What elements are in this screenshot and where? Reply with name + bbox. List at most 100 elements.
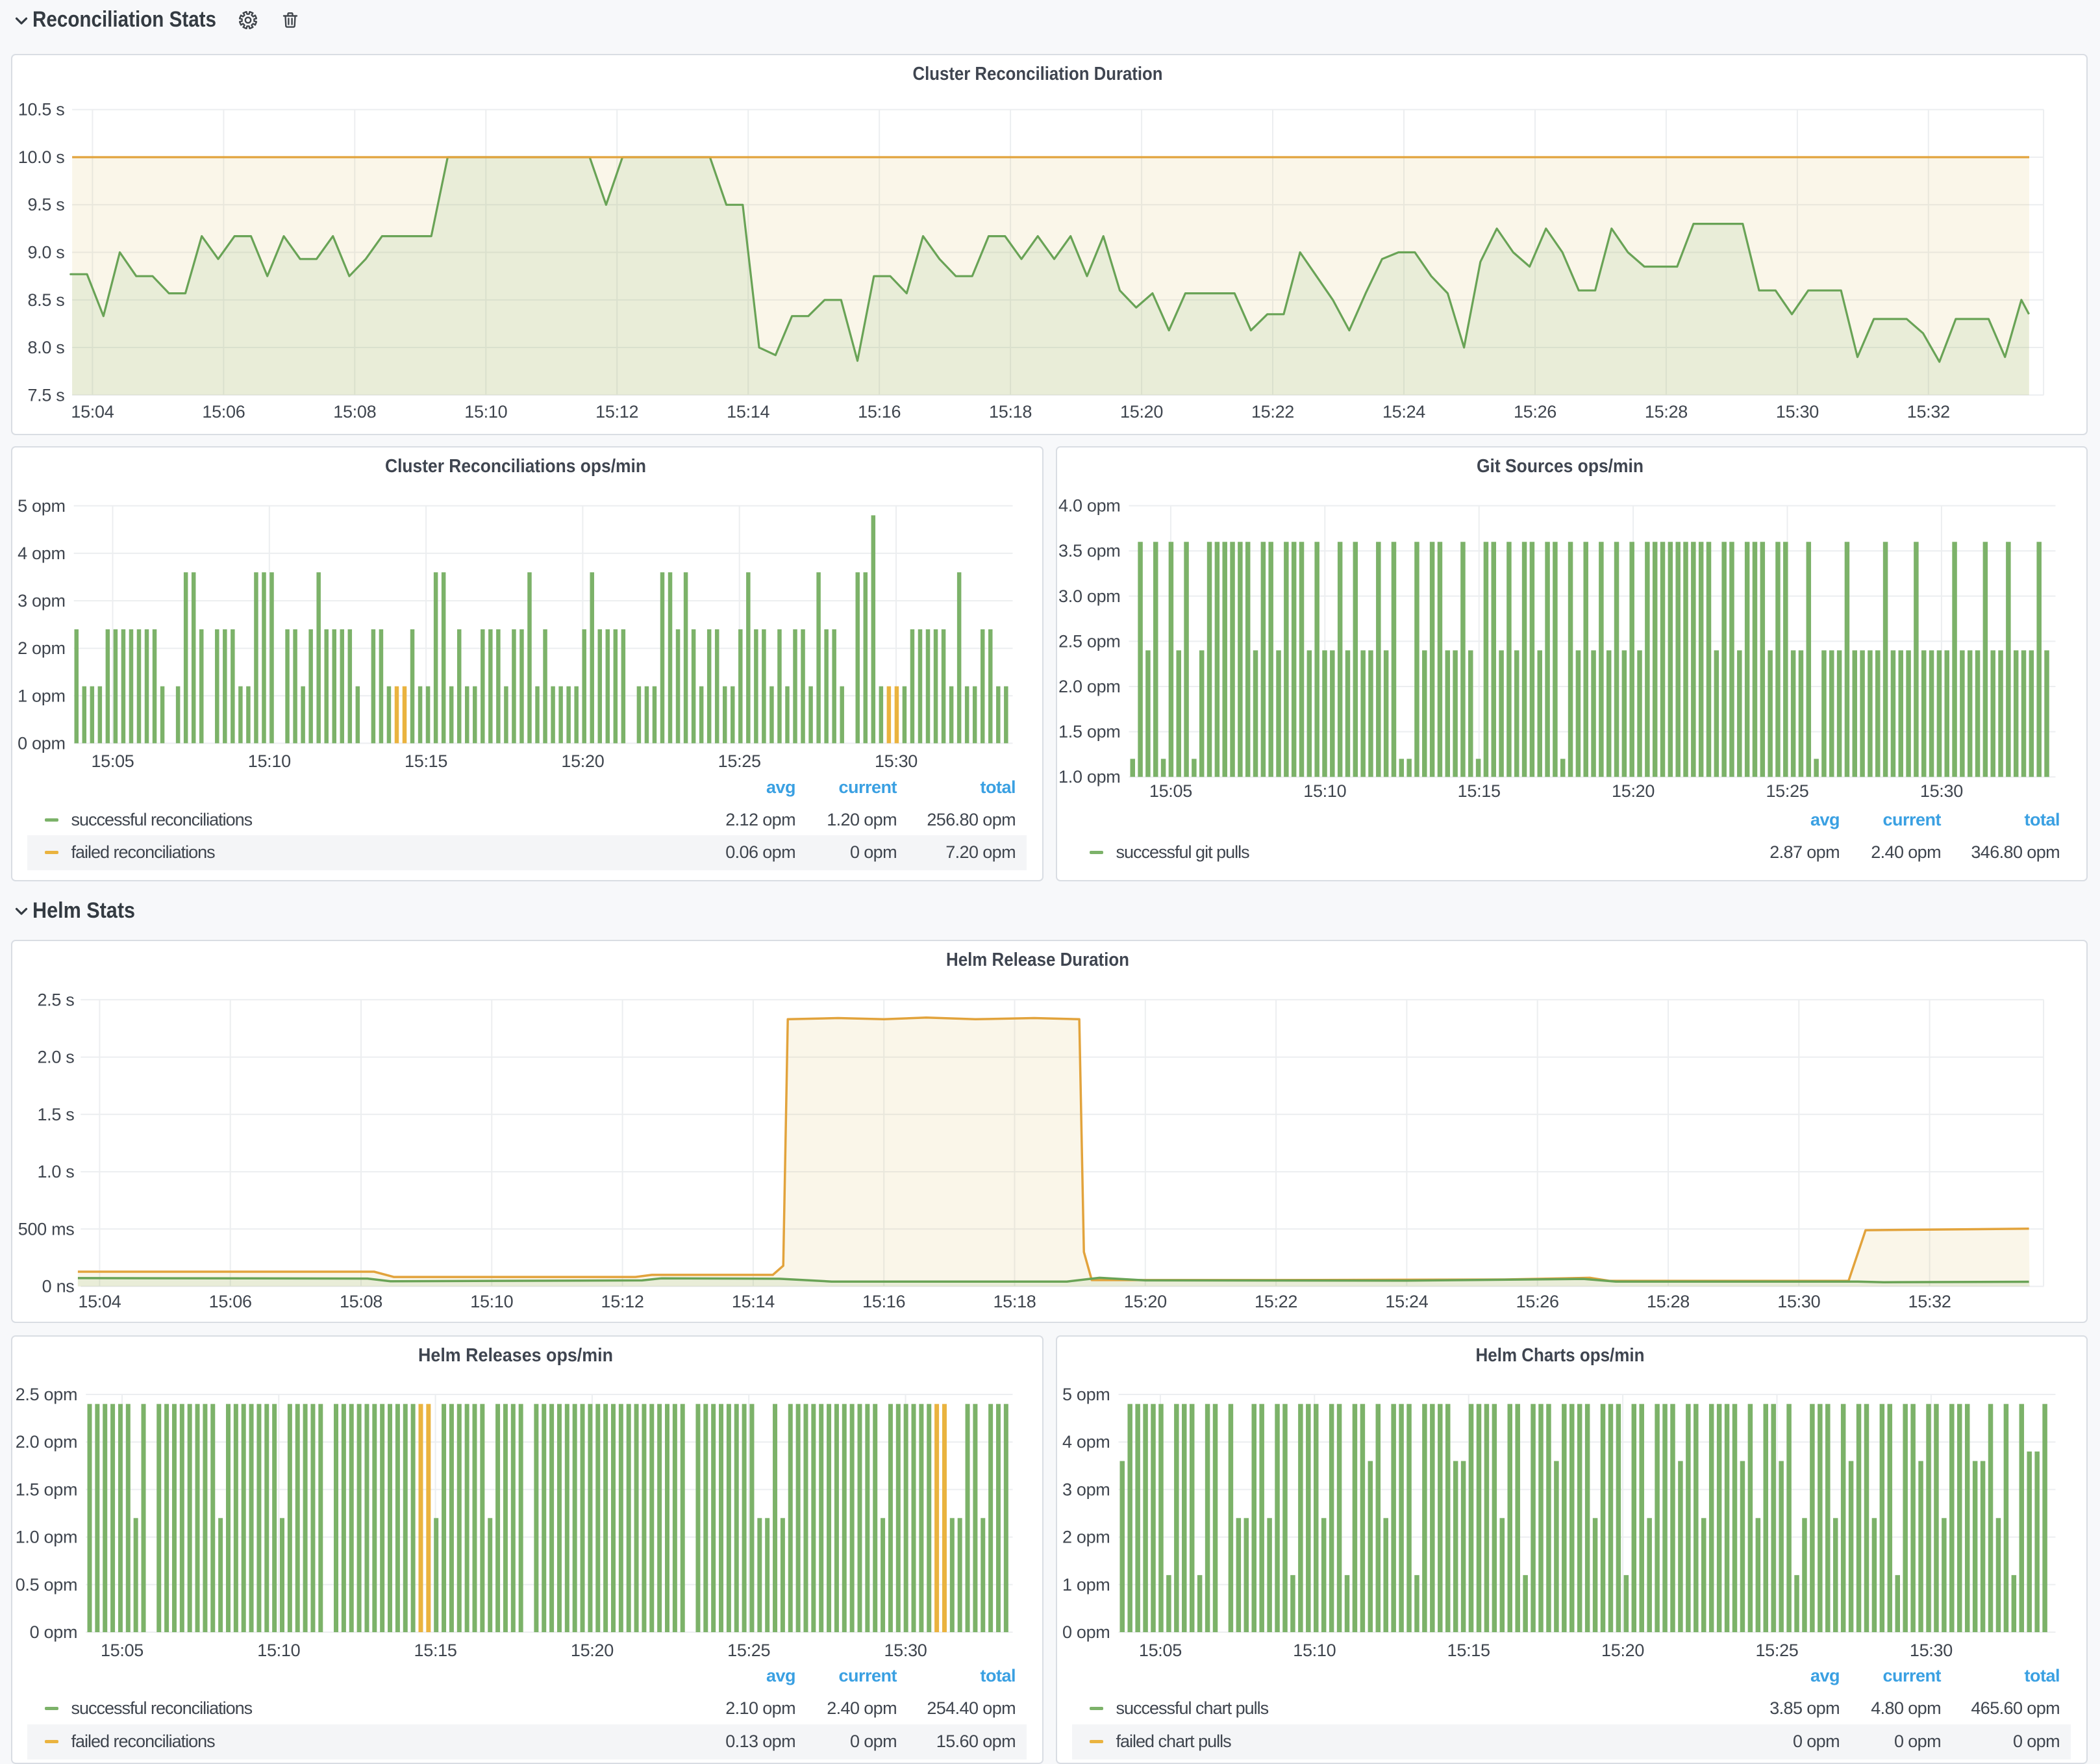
svg-text:15:24: 15:24 <box>1382 402 1425 422</box>
svg-text:15:20: 15:20 <box>570 1641 613 1660</box>
svg-text:Cluster Reconciliation Duratio: Cluster Reconciliation Duration <box>912 64 1162 84</box>
svg-text:1.0 opm: 1.0 opm <box>15 1528 77 1547</box>
svg-text:15:16: 15:16 <box>858 402 901 422</box>
svg-text:2.0 s: 2.0 s <box>37 1048 74 1067</box>
svg-text:15:05: 15:05 <box>1138 1641 1181 1660</box>
svg-text:15:30: 15:30 <box>1909 1641 1952 1660</box>
svg-text:3 opm: 3 opm <box>1062 1480 1110 1499</box>
svg-text:0 opm: 0 opm <box>18 733 66 753</box>
svg-text:10.0 s: 10.0 s <box>18 147 64 167</box>
svg-text:15:12: 15:12 <box>601 1292 644 1311</box>
svg-text:9.5 s: 9.5 s <box>27 195 64 214</box>
svg-text:15:08: 15:08 <box>339 1292 382 1311</box>
svg-text:7.5 s: 7.5 s <box>27 385 64 405</box>
svg-text:15:20: 15:20 <box>561 751 604 771</box>
svg-text:15:16: 15:16 <box>862 1292 905 1311</box>
svg-text:9.0 s: 9.0 s <box>27 243 64 262</box>
svg-text:15:10: 15:10 <box>1303 781 1346 801</box>
svg-text:1.5 s: 1.5 s <box>37 1105 74 1124</box>
svg-text:5 opm: 5 opm <box>1062 1385 1110 1404</box>
svg-text:Helm Releases ops/min: Helm Releases ops/min <box>418 1345 613 1366</box>
svg-text:15:32: 15:32 <box>1906 402 1949 422</box>
svg-text:2.5 opm: 2.5 opm <box>15 1385 77 1404</box>
svg-text:15:22: 15:22 <box>1251 402 1294 422</box>
svg-text:15:10: 15:10 <box>257 1641 300 1660</box>
svg-text:15:25: 15:25 <box>1766 781 1808 801</box>
svg-text:15:15: 15:15 <box>414 1641 456 1660</box>
svg-text:15:25: 15:25 <box>1755 1641 1798 1660</box>
svg-text:15:14: 15:14 <box>727 402 769 422</box>
svg-text:8.0 s: 8.0 s <box>27 338 64 357</box>
svg-text:4.0 opm: 4.0 opm <box>1058 496 1120 516</box>
svg-text:3.5 opm: 3.5 opm <box>1058 541 1120 561</box>
svg-text:15:08: 15:08 <box>333 402 376 422</box>
svg-text:3.0 opm: 3.0 opm <box>1058 586 1120 606</box>
svg-text:15:10: 15:10 <box>464 402 507 422</box>
svg-text:1.5 opm: 1.5 opm <box>1058 722 1120 742</box>
svg-text:15:15: 15:15 <box>1447 1641 1490 1660</box>
svg-text:15:06: 15:06 <box>208 1292 251 1311</box>
svg-text:Reconciliation Stats: Reconciliation Stats <box>32 7 216 32</box>
svg-text:5 opm: 5 opm <box>18 496 66 516</box>
svg-text:15:28: 15:28 <box>1644 402 1687 422</box>
svg-text:Helm Release Duration: Helm Release Duration <box>946 950 1129 970</box>
svg-text:2.0 opm: 2.0 opm <box>15 1432 77 1452</box>
svg-text:15:20: 15:20 <box>1123 1292 1166 1311</box>
svg-text:15:24: 15:24 <box>1385 1292 1428 1311</box>
svg-text:15:18: 15:18 <box>989 402 1032 422</box>
svg-text:15:28: 15:28 <box>1646 1292 1689 1311</box>
svg-text:10.5 s: 10.5 s <box>18 100 64 120</box>
svg-text:2 opm: 2 opm <box>18 638 66 658</box>
svg-text:0 opm: 0 opm <box>29 1622 77 1642</box>
svg-text:1 opm: 1 opm <box>1062 1575 1110 1594</box>
svg-text:15:12: 15:12 <box>595 402 638 422</box>
svg-text:0 opm: 0 opm <box>1062 1622 1110 1642</box>
svg-text:15:10: 15:10 <box>1293 1641 1336 1660</box>
svg-text:15:26: 15:26 <box>1513 402 1556 422</box>
svg-text:8.5 s: 8.5 s <box>27 290 64 310</box>
svg-text:15:32: 15:32 <box>1908 1292 1951 1311</box>
svg-text:15:15: 15:15 <box>1457 781 1500 801</box>
svg-text:15:10: 15:10 <box>470 1292 513 1311</box>
svg-text:0.5 opm: 0.5 opm <box>15 1575 77 1594</box>
svg-text:15:30: 15:30 <box>874 751 917 771</box>
svg-text:2.0 opm: 2.0 opm <box>1058 677 1120 696</box>
svg-text:15:20: 15:20 <box>1601 1641 1644 1660</box>
svg-text:15:30: 15:30 <box>1919 781 1962 801</box>
svg-text:15:14: 15:14 <box>731 1292 774 1311</box>
svg-text:15:26: 15:26 <box>1516 1292 1558 1311</box>
svg-text:15:18: 15:18 <box>993 1292 1036 1311</box>
svg-text:15:15: 15:15 <box>405 751 447 771</box>
svg-text:15:22: 15:22 <box>1255 1292 1297 1311</box>
svg-text:Cluster Reconciliations ops/mi: Cluster Reconciliations ops/min <box>385 456 646 477</box>
svg-text:15:30: 15:30 <box>1775 402 1818 422</box>
svg-text:15:25: 15:25 <box>727 1641 770 1660</box>
svg-text:15:30: 15:30 <box>1777 1292 1820 1311</box>
svg-text:1.0 opm: 1.0 opm <box>1058 767 1120 787</box>
svg-text:4 opm: 4 opm <box>18 544 66 563</box>
svg-text:4 opm: 4 opm <box>1062 1432 1110 1452</box>
svg-text:15:06: 15:06 <box>202 402 245 422</box>
svg-text:1.0 s: 1.0 s <box>37 1162 74 1181</box>
svg-text:15:25: 15:25 <box>718 751 760 771</box>
svg-text:15:05: 15:05 <box>91 751 134 771</box>
svg-text:15:04: 15:04 <box>78 1292 121 1311</box>
svg-text:15:05: 15:05 <box>100 1641 143 1660</box>
svg-text:1.5 opm: 1.5 opm <box>15 1480 77 1499</box>
svg-text:15:20: 15:20 <box>1612 781 1655 801</box>
svg-text:2 opm: 2 opm <box>1062 1528 1110 1547</box>
svg-text:15:30: 15:30 <box>884 1641 927 1660</box>
svg-text:Helm Charts ops/min: Helm Charts ops/min <box>1475 1345 1644 1366</box>
svg-text:2.5 s: 2.5 s <box>37 990 74 1009</box>
svg-text:15:04: 15:04 <box>71 402 114 422</box>
svg-text:2.5 opm: 2.5 opm <box>1058 631 1120 651</box>
svg-text:0 ns: 0 ns <box>42 1277 74 1296</box>
svg-text:15:10: 15:10 <box>247 751 290 771</box>
svg-text:15:20: 15:20 <box>1120 402 1163 422</box>
svg-text:15:05: 15:05 <box>1149 781 1192 801</box>
svg-text:Git Sources ops/min: Git Sources ops/min <box>1477 456 1644 477</box>
svg-text:500 ms: 500 ms <box>18 1219 74 1239</box>
svg-text:Helm Stats: Helm Stats <box>32 898 135 923</box>
svg-text:3 opm: 3 opm <box>18 591 66 611</box>
svg-text:1 opm: 1 opm <box>18 686 66 705</box>
